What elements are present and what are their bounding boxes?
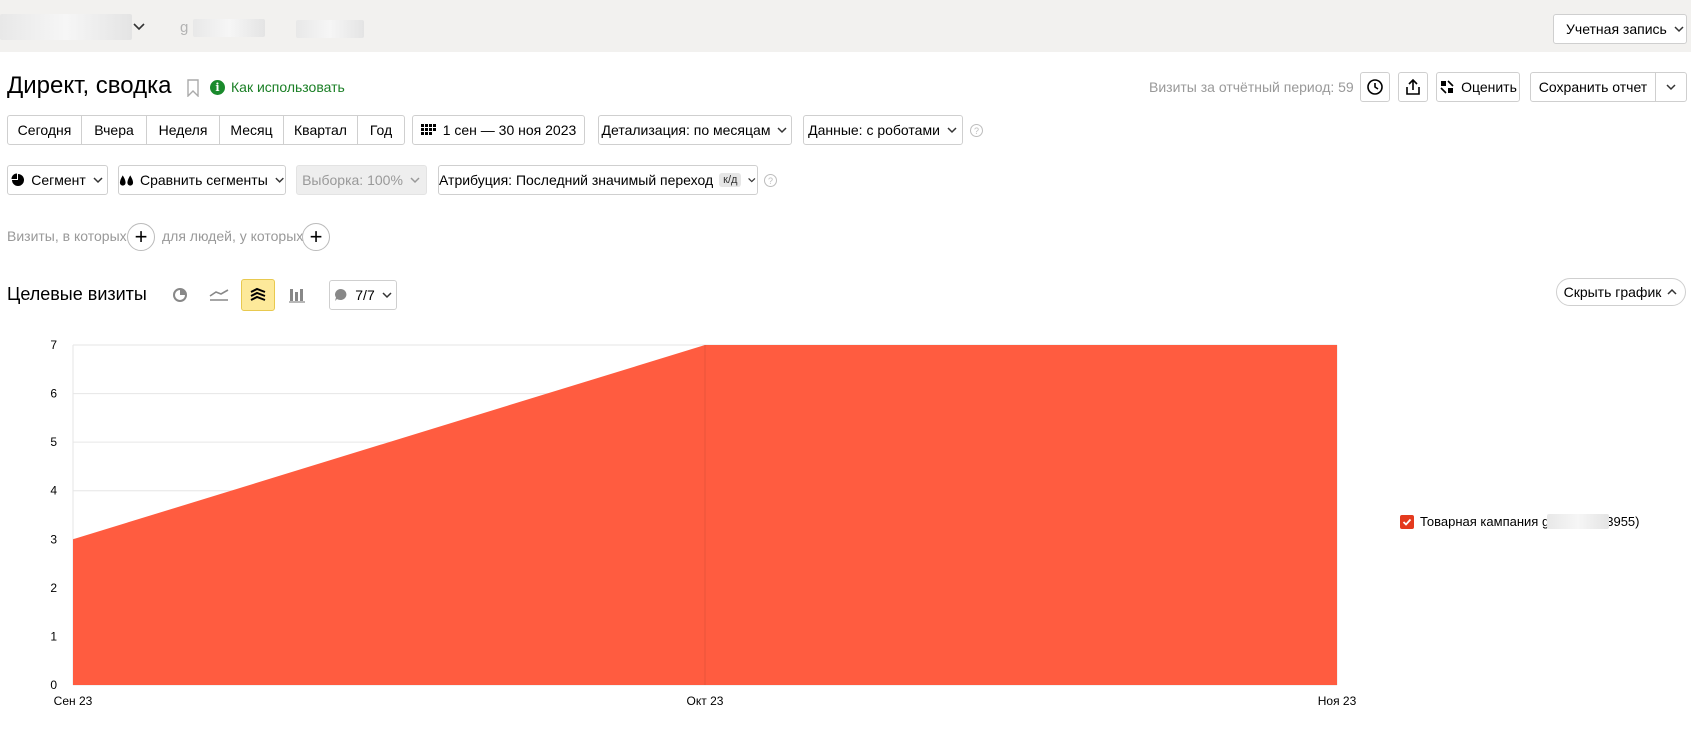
date-range-label: 1 сен — 30 ноя 2023 — [442, 122, 577, 138]
x-tick-label: Сен 23 — [54, 694, 93, 708]
segment-dropdown[interactable]: Сегмент — [7, 165, 108, 195]
chevron-down-icon — [410, 177, 420, 184]
chart-type-bar[interactable] — [280, 279, 314, 311]
attribution-label: Атрибуция: Последний значимый переход — [439, 172, 714, 188]
add-visits-filter-button[interactable]: + — [127, 223, 155, 251]
pie-chart-icon — [173, 288, 187, 302]
chevron-down-icon — [275, 177, 284, 183]
period-quarter[interactable]: Квартал — [284, 116, 358, 144]
x-axis: Сен 23 Окт 23 Ноя 23 — [54, 694, 1357, 708]
compare-segments-dropdown[interactable]: Сравнить сегменты — [118, 165, 286, 195]
y-tick-label: 0 — [50, 678, 57, 692]
compare-segments-label: Сравнить сегменты — [139, 172, 268, 188]
chevron-down-icon — [748, 177, 756, 183]
chart-type-pie[interactable] — [163, 279, 197, 311]
clock-icon — [1367, 79, 1383, 95]
chevron-down-icon — [947, 127, 957, 134]
period-yesterday[interactable]: Вчера — [82, 116, 147, 144]
campaign-name-redacted — [1547, 514, 1609, 529]
attribution-dropdown[interactable]: Атрибуция: Последний значимый переход к/… — [438, 165, 758, 195]
y-axis: 0 1 2 3 4 5 6 7 — [50, 338, 57, 692]
page-title: Директ, сводка — [7, 72, 172, 99]
bookmark-icon[interactable] — [186, 79, 200, 97]
x-tick-label: Окт 23 — [687, 694, 724, 708]
save-options-button[interactable] — [1655, 72, 1687, 102]
people-filter-label: для людей, у которых — [162, 228, 304, 244]
account-label: Учетная запись — [1566, 21, 1667, 37]
y-tick-label: 4 — [50, 484, 57, 498]
save-report-label: Сохранить отчет — [1538, 79, 1648, 95]
chevron-down-icon — [1674, 26, 1684, 33]
save-report-button[interactable]: Сохранить отчет — [1530, 72, 1656, 102]
segment-label: Сегмент — [31, 172, 86, 188]
detail-label: Детализация: по месяцам — [601, 122, 771, 138]
data-dropdown[interactable]: Данные: с роботами — [803, 115, 963, 145]
period-selector: Сегодня Вчера Неделя Месяц Квартал Год — [7, 115, 405, 145]
how-to-use-link[interactable]: i Как использовать — [210, 79, 345, 95]
chevron-down-icon — [382, 292, 392, 299]
data-label: Данные: с роботами — [808, 122, 940, 138]
annotations-count: 7/7 — [355, 287, 375, 303]
period-year[interactable]: Год — [358, 116, 404, 144]
add-people-filter-button[interactable]: + — [302, 223, 330, 251]
chevron-down-icon — [777, 127, 787, 134]
chart-type-line[interactable] — [202, 279, 236, 311]
how-to-use-label: Как использовать — [231, 79, 345, 95]
chart-title: Целевые визиты — [7, 284, 147, 304]
pie-chart-icon — [11, 173, 25, 186]
visits-filter-label: Визиты, в которых — [7, 228, 127, 244]
detail-dropdown[interactable]: Детализация: по месяцам — [598, 115, 792, 145]
counter-selector[interactable] — [0, 12, 152, 44]
period-week[interactable]: Неделя — [147, 116, 220, 144]
chart-type-area[interactable] — [241, 279, 275, 311]
visits-area-chart: 0 1 2 3 4 5 6 7 Сен 23 Окт 23 Ноя 23 — [50, 338, 1357, 708]
thumbs-icon — [1440, 80, 1454, 94]
counter-name-redacted — [0, 14, 132, 40]
y-tick-label: 6 — [50, 387, 57, 401]
y-tick-label: 5 — [50, 435, 57, 449]
export-button[interactable] — [1398, 72, 1428, 102]
annotations-dropdown[interactable]: 7/7 — [329, 280, 397, 310]
hide-chart-button[interactable]: Скрыть график — [1556, 278, 1686, 306]
calendar-grid-icon — [420, 124, 436, 135]
attribution-badge: к/д — [719, 173, 742, 187]
history-button[interactable] — [1360, 72, 1390, 102]
y-tick-label: 3 — [50, 532, 57, 546]
share-icon — [1406, 78, 1420, 95]
counter-id-redacted — [296, 20, 364, 38]
info-icon: i — [210, 79, 225, 95]
period-today[interactable]: Сегодня — [8, 116, 82, 144]
sample-dropdown[interactable]: Выборка: 100% — [296, 165, 427, 195]
comment-icon — [335, 289, 347, 301]
chevron-down-icon — [133, 23, 145, 31]
legend-checkbox[interactable] — [1400, 515, 1414, 529]
chevron-up-icon — [1667, 288, 1677, 295]
drops-icon — [119, 175, 134, 186]
line-chart-icon — [209, 289, 229, 301]
help-icon[interactable]: ? — [764, 174, 777, 187]
y-tick-label: 7 — [50, 338, 57, 352]
help-icon[interactable]: ? — [970, 124, 983, 137]
chart-legend: Товарная кампания g l (N-89023955) — [1400, 514, 1680, 529]
chart-series — [73, 345, 1337, 685]
y-tick-label: 1 — [50, 629, 57, 643]
visits-count: Визиты за отчётный период: 59 — [1149, 79, 1354, 95]
checkmark-icon — [1402, 518, 1412, 526]
account-button[interactable]: Учетная запись — [1553, 14, 1687, 44]
top-bar: g .ru • Учетная запись — [0, 0, 1691, 52]
hide-chart-label: Скрыть график — [1563, 284, 1662, 300]
sample-label: Выборка: 100% — [302, 172, 403, 188]
chevron-down-icon — [93, 177, 103, 184]
domain-redacted — [193, 19, 265, 37]
bar-chart-icon — [289, 289, 305, 303]
chevron-down-icon — [1666, 84, 1676, 91]
x-tick-label: Ноя 23 — [1318, 694, 1357, 708]
area-chart-icon — [250, 287, 266, 301]
date-range-button[interactable]: 1 сен — 30 ноя 2023 — [412, 115, 585, 145]
y-tick-label: 2 — [50, 581, 57, 595]
period-month[interactable]: Месяц — [220, 116, 284, 144]
rate-button[interactable]: Оценить — [1436, 72, 1520, 102]
rate-label: Оценить — [1461, 79, 1517, 95]
